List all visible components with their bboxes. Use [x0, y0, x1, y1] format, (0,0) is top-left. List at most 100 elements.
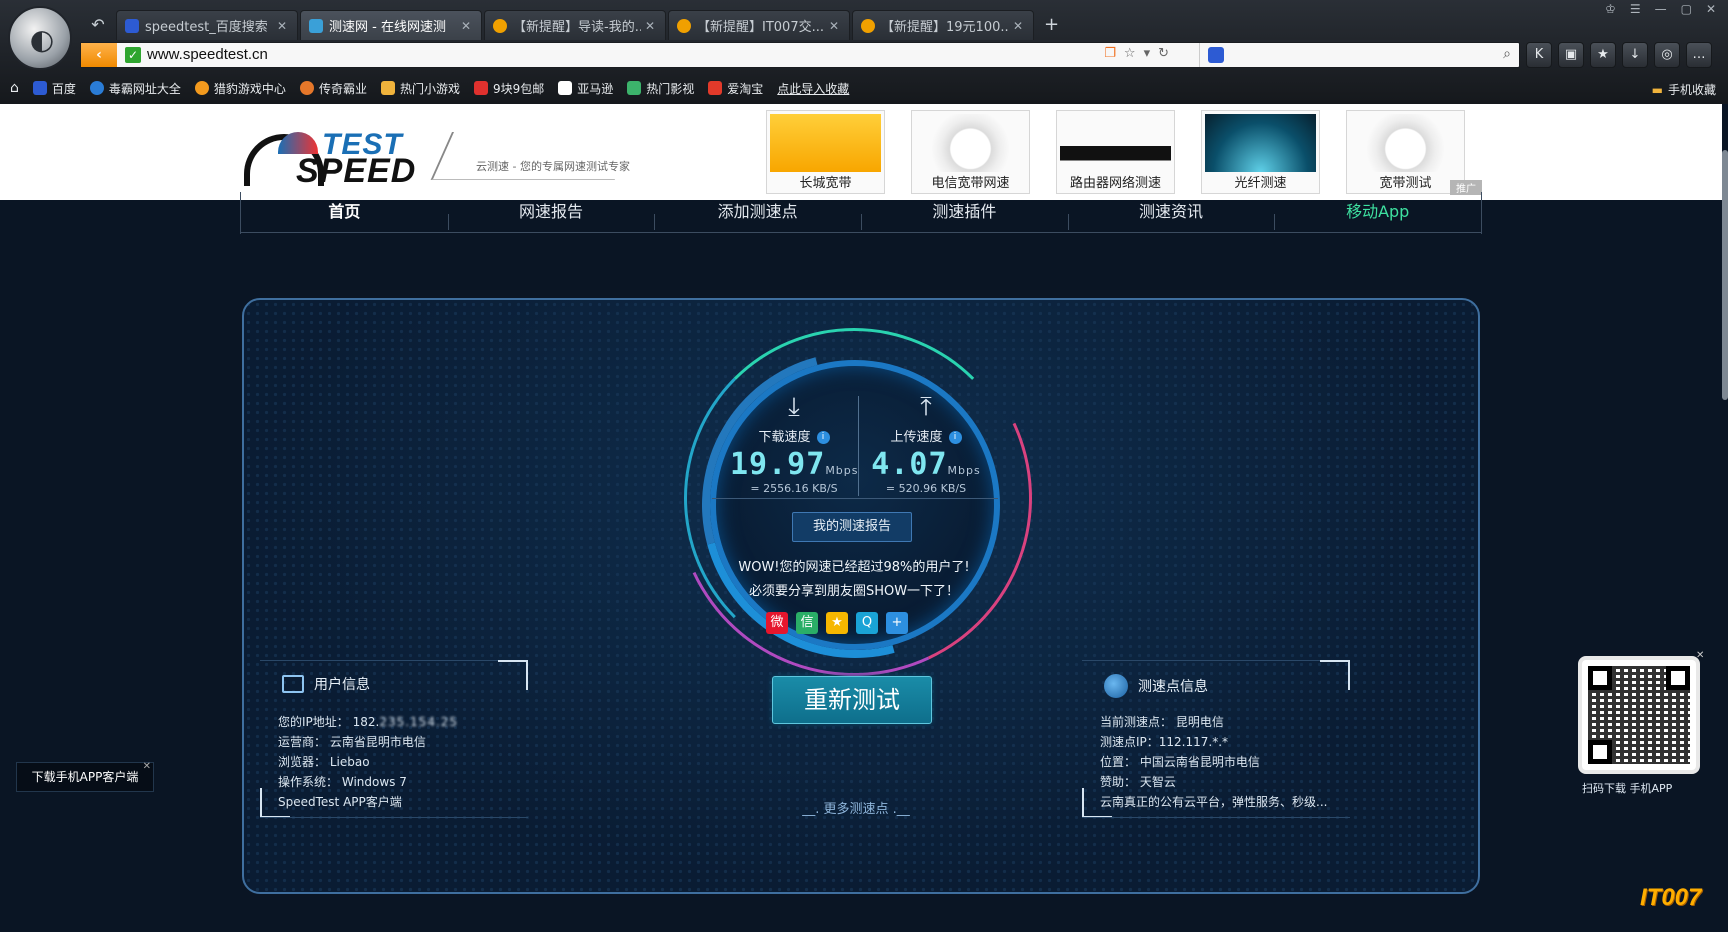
game-icon[interactable]: ◎ [1654, 42, 1680, 68]
bookmark-mini-games[interactable]: 热门小游戏 [380, 80, 460, 97]
close-icon[interactable]: ✕ [461, 19, 473, 33]
menu-icon[interactable]: ☰ [1630, 2, 1641, 16]
more-nodes-link[interactable]: __. 更多测速点 .__ [744, 798, 968, 817]
new-tab-button[interactable]: + [1044, 10, 1059, 40]
ad-greatwall[interactable]: 长城宽带 [766, 110, 885, 194]
close-icon[interactable]: ✕ [829, 19, 841, 33]
bookmark-import[interactable]: 点此导入收藏 [777, 80, 849, 97]
game-center-icon [194, 81, 209, 95]
download-value: 19.97Mbps [730, 447, 858, 482]
user-browser-value: Liebao [329, 755, 370, 769]
bookmark-9kuai9[interactable]: 9块9包邮 [473, 80, 544, 97]
router-icon [1060, 114, 1171, 172]
ad-telecom[interactable]: 电信宽带网速 [911, 110, 1030, 194]
info-icon[interactable]: i [948, 431, 962, 444]
refresh-icon[interactable]: ↻ [1158, 46, 1169, 61]
favorite-star-icon[interactable]: ☆ [1124, 46, 1136, 61]
lock-icon[interactable]: ▣ [1558, 42, 1584, 68]
bookmark-movies[interactable]: 热门影视 [627, 80, 694, 97]
bookmark-game-center[interactable]: 猎豹游戏中心 [194, 80, 286, 97]
translate-icon[interactable]: ❐ [1104, 46, 1116, 61]
dropdown-icon[interactable]: ▾ [1144, 46, 1151, 61]
nav-home[interactable]: 首页 [241, 192, 448, 232]
nav-report[interactable]: 网速报告 [447, 192, 655, 232]
user-ip-row: 您的IP地址： 182.235.154.25 [278, 712, 458, 732]
tab-it007-exchange[interactable]: 【新提醒】IT007交... ✕ [668, 10, 850, 40]
back-button[interactable]: ‹ [81, 43, 117, 67]
site-logo[interactable]: TEST SPEED [244, 126, 440, 190]
upload-speed: ⤒ 上传速度 i 4.07Mbps = 520.96 KB/S [862, 390, 990, 495]
forum-favicon-icon [493, 18, 507, 33]
search-input[interactable]: ⌕ [1199, 43, 1519, 67]
close-window-icon[interactable]: ✕ [1706, 2, 1716, 16]
app-download-button[interactable]: 下载手机APP客户端 ✕ [16, 761, 154, 792]
tab-it007-guide[interactable]: 【新提醒】导读-我的... ✕ [484, 10, 666, 40]
site-tagline: 云测速 - 您的专属网速测试专家 [476, 160, 630, 173]
ad-fiber[interactable]: 光纤测速 [1201, 110, 1320, 194]
account-icon[interactable]: K [1526, 42, 1552, 68]
qr-code [1578, 656, 1700, 774]
tab-19yuan[interactable]: 【新提醒】19元100... ✕ [852, 10, 1034, 40]
weibo-icon[interactable]: 微 [766, 612, 788, 634]
close-icon[interactable]: ✕ [143, 753, 151, 781]
node-ip-value: 112.117.*.* [1158, 735, 1229, 749]
nav-news[interactable]: 测速资讯 [1067, 192, 1275, 232]
box-corner [1320, 660, 1350, 690]
download-icon[interactable]: ↓ [1622, 42, 1648, 68]
bookmark-aitaobao[interactable]: 爱淘宝 [708, 80, 763, 97]
close-icon[interactable]: ✕ [645, 19, 657, 33]
undo-close-tab-icon[interactable]: ↶ [80, 10, 116, 40]
nav-plugin[interactable]: 测速插件 [861, 192, 1068, 232]
qzone-icon[interactable]: ★ [826, 612, 848, 634]
globe-icon [1104, 674, 1128, 698]
ad-broadband[interactable]: 宽带测试 [1346, 110, 1465, 194]
secure-site-icon[interactable]: ✓ [125, 47, 141, 63]
ad-router[interactable]: 路由器网络测速 [1056, 110, 1175, 194]
bookmark-baidu[interactable]: 百度 [32, 80, 76, 97]
search-engine-icon[interactable] [1208, 47, 1224, 63]
skin-icon[interactable]: ♔ [1605, 2, 1616, 16]
tencent-weibo-icon[interactable]: Q [856, 612, 878, 634]
user-info-box: 用户信息 您的IP地址： 182.235.154.25 运营商： 云南省昆明市电… [260, 660, 528, 818]
node-location-label: 位置： [1100, 755, 1137, 769]
minimize-icon[interactable]: — [1655, 2, 1667, 16]
node-sponsor-value: 天智云 [1139, 775, 1176, 789]
share-more-icon[interactable]: + [886, 612, 908, 634]
upload-arrow-icon: ⤒ [920, 392, 932, 422]
scrollbar-thumb[interactable] [1722, 150, 1728, 400]
node-description[interactable]: 云南真正的公有云平台，弹性服务、秒级... [1100, 792, 1327, 812]
maximize-icon[interactable]: ▢ [1681, 2, 1692, 16]
user-isp-value: 云南省昆明市电信 [329, 735, 426, 749]
search-icon[interactable]: ⌕ [1503, 46, 1511, 62]
info-icon[interactable]: i [816, 431, 830, 444]
app-client-link[interactable]: SpeedTest APP客户端 [278, 792, 458, 812]
bookmark-chuanqi[interactable]: 传奇霸业 [299, 80, 367, 97]
home-icon[interactable]: ⌂ [10, 80, 19, 96]
speed-divider [858, 396, 859, 496]
tab-speedtest[interactable]: 测速网 - 在线网速测 ✕ [300, 10, 482, 40]
user-browser-label: 浏览器： [278, 755, 327, 769]
address-bar: ‹ ✓ www.speedtest.cn ❐ ☆ ▾ ↻ ⌕ [80, 42, 1520, 68]
box-bottom-line [260, 817, 528, 818]
share-buttons: 微 信 ★ Q + [766, 612, 908, 634]
play-icon [627, 81, 642, 95]
bookmark-amazon[interactable]: 亚马逊 [558, 80, 613, 97]
wechat-icon[interactable]: 信 [796, 612, 818, 634]
duba-icon [89, 81, 104, 95]
tab-baidu[interactable]: speedtest_百度搜索 ✕ [116, 10, 298, 40]
mobile-favorites-label: 手机收藏 [1667, 83, 1716, 97]
more-icon[interactable]: … [1686, 42, 1712, 68]
app-download-label: 下载手机APP客户端 [31, 770, 139, 784]
close-icon[interactable]: ✕ [1013, 19, 1025, 33]
star-icon[interactable]: ★ [1590, 42, 1616, 68]
nav-mobile-app[interactable]: 移动App [1274, 192, 1481, 232]
nav-add-node[interactable]: 添加测速点 [654, 192, 861, 232]
mobile-favorites[interactable]: ▬ 手机收藏 [1652, 81, 1716, 98]
close-icon[interactable]: ✕ [277, 19, 289, 33]
retest-button[interactable]: 重新测试 [772, 676, 932, 724]
browser-logo-icon[interactable]: ◐ [8, 6, 72, 70]
user-os-label: 操作系统： [278, 775, 339, 789]
bookmark-duba[interactable]: 毒霸网址大全 [89, 80, 181, 97]
url-input[interactable]: www.speedtest.cn [147, 46, 268, 63]
my-report-button[interactable]: 我的测速报告 [792, 512, 912, 542]
